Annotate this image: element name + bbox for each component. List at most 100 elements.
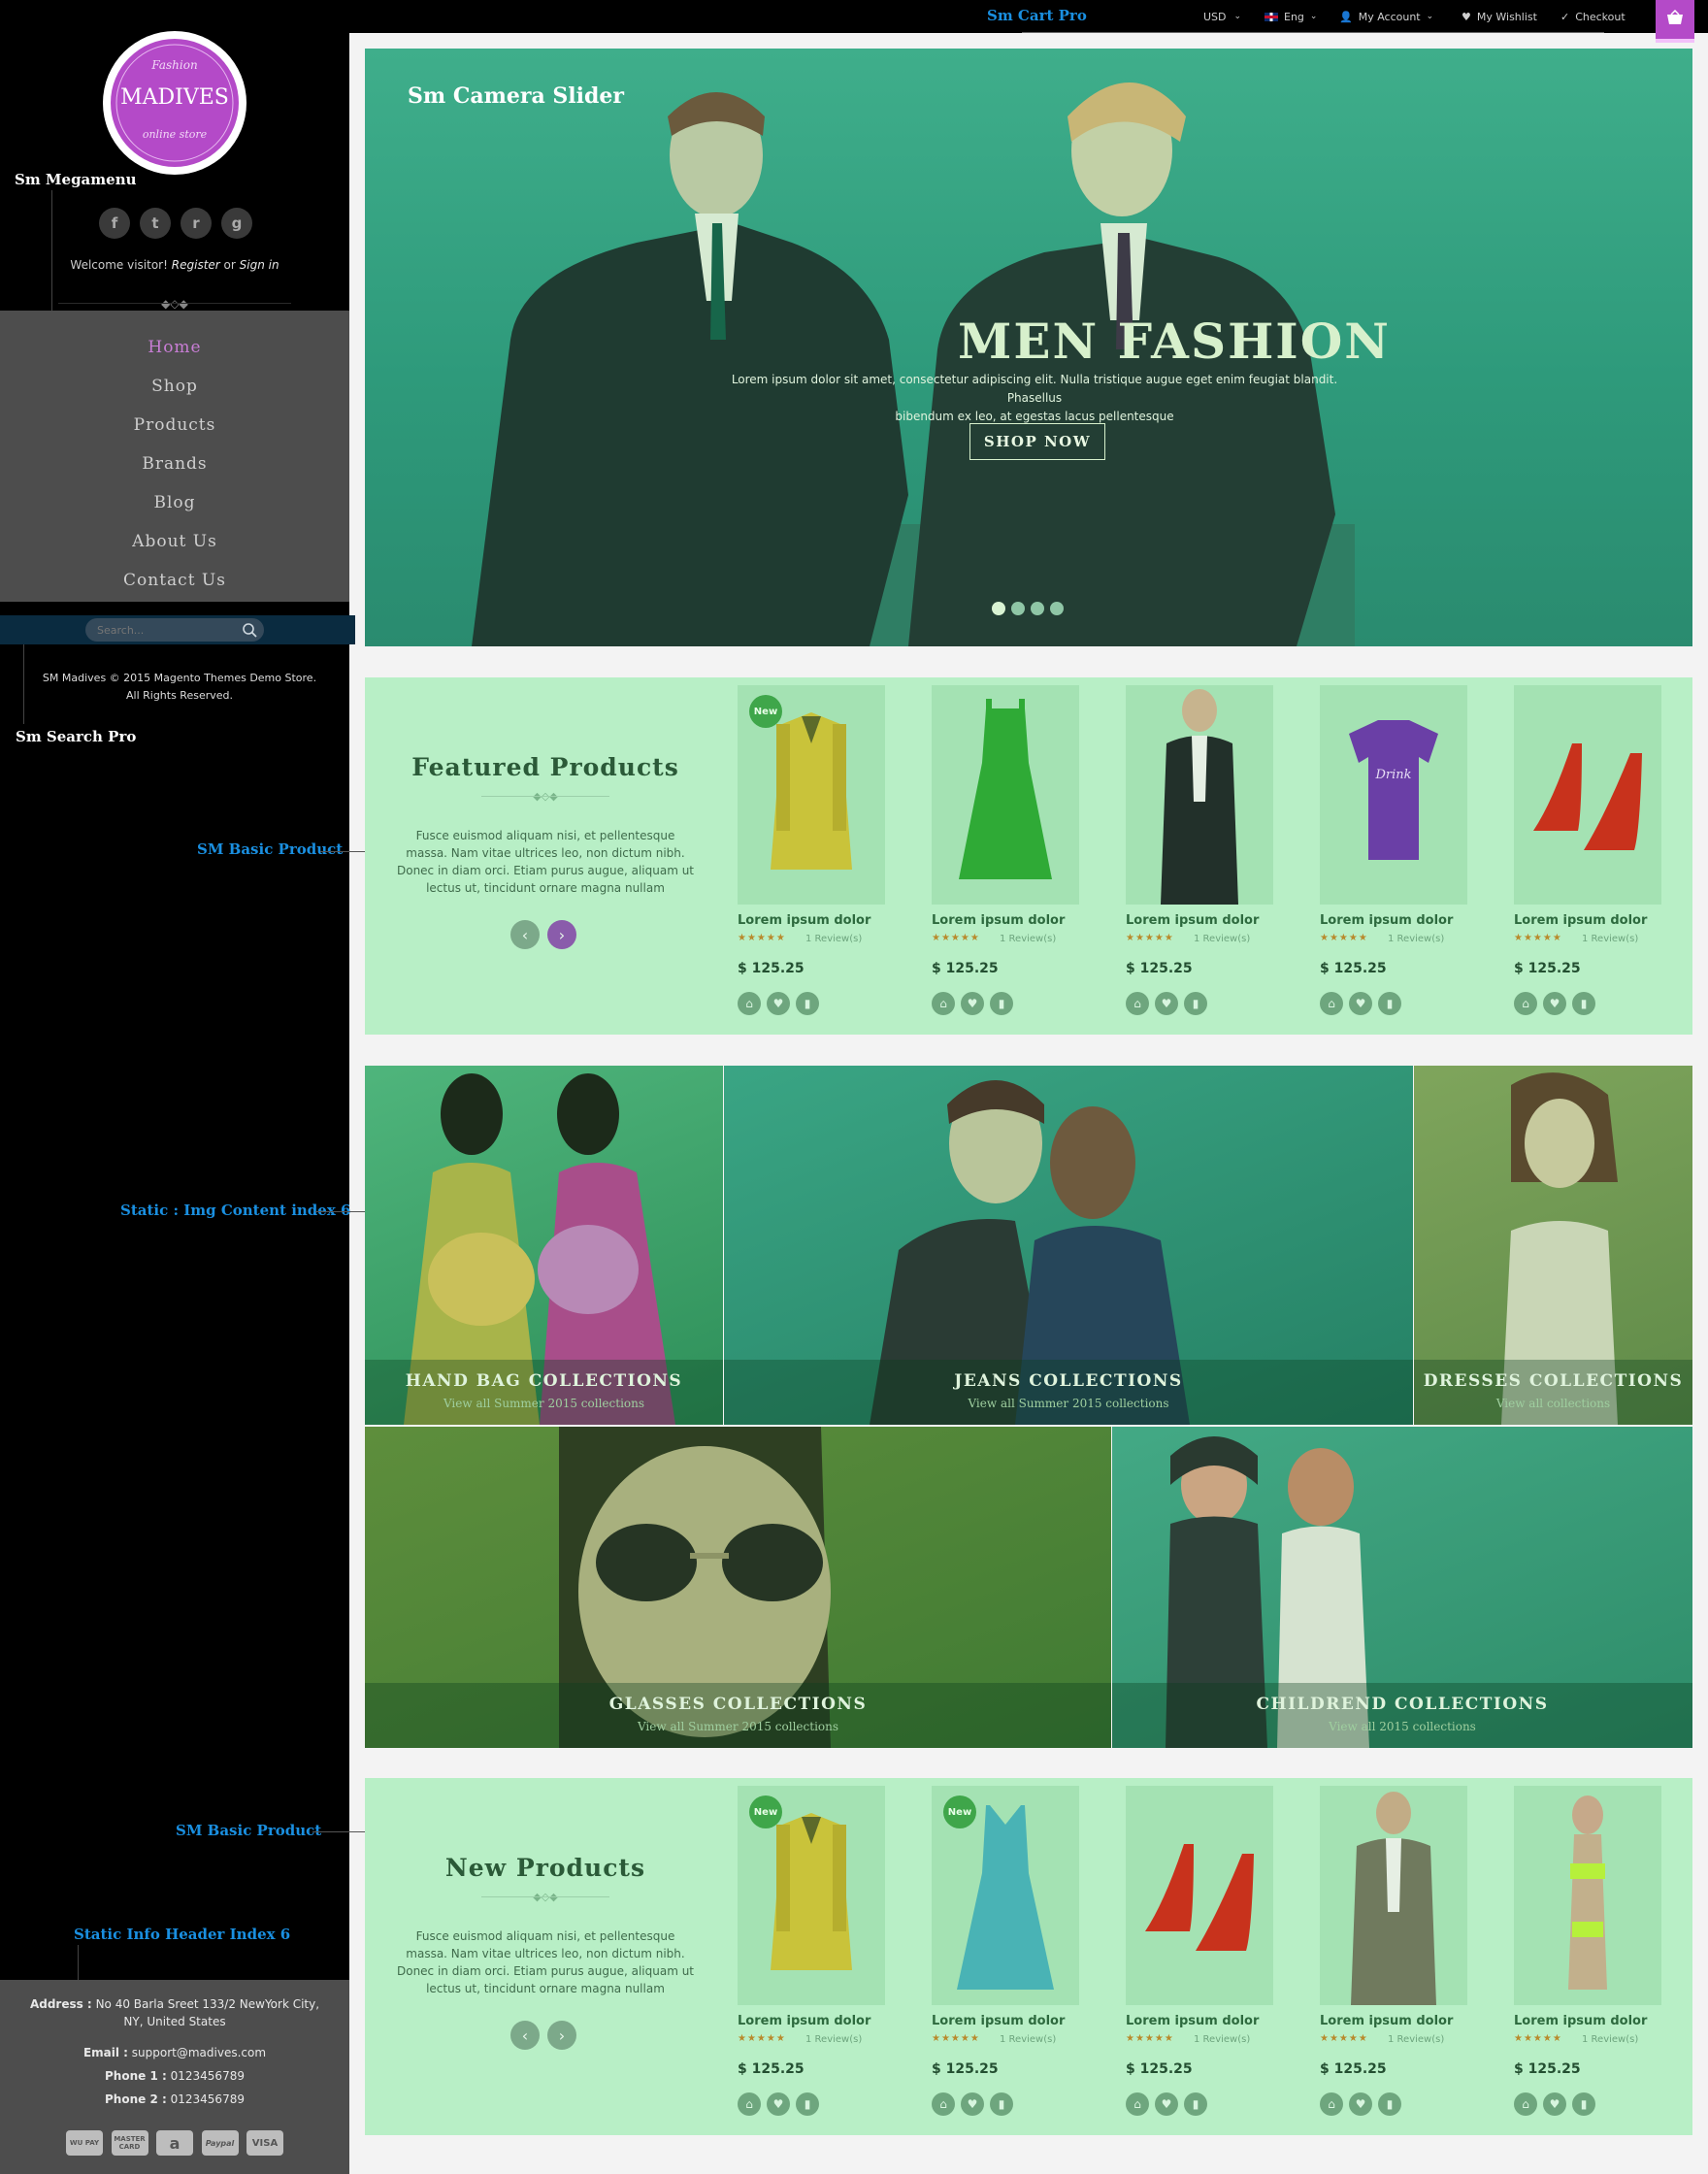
- add-to-cart-icon[interactable]: ⌂: [738, 2092, 761, 2116]
- glasses-collection[interactable]: GLASSES COLLECTIONS View all Summer 2015…: [365, 1427, 1111, 1748]
- twitter-icon[interactable]: t: [140, 208, 171, 239]
- wishlist-heart-icon[interactable]: ♥: [1543, 2092, 1566, 2116]
- collection-subtitle[interactable]: View all 2015 collections: [1112, 1720, 1692, 1733]
- handbag-collection[interactable]: HAND BAG COLLECTIONS View all Summer 201…: [365, 1066, 723, 1425]
- jeans-collection[interactable]: JEANS COLLECTIONS View all Summer 2015 c…: [724, 1066, 1413, 1425]
- product-image[interactable]: [1514, 1786, 1661, 2005]
- product-card[interactable]: New Lorem ipsum dolor ★★★★★ 1 Review(s) $ 12…: [730, 677, 924, 1035]
- compare-icon[interactable]: ▮: [1378, 2092, 1401, 2116]
- dresses-collection[interactable]: DRESSES COLLECTIONS View all collections: [1414, 1066, 1692, 1425]
- currency-selector[interactable]: USD ⌄: [1203, 0, 1241, 33]
- product-card[interactable]: Lorem ipsum dolor ★★★★★ 1 Review(s) $ 125.2…: [1506, 677, 1700, 1035]
- nav-shop[interactable]: Shop: [0, 377, 349, 396]
- review-count[interactable]: 1 Review(s): [1388, 2034, 1444, 2045]
- review-count[interactable]: 1 Review(s): [1388, 934, 1444, 944]
- product-card[interactable]: Lorem ipsum dolor ★★★★★ 1 Review(s) $ 125.2…: [1118, 1778, 1312, 2135]
- search-input[interactable]: [85, 618, 264, 642]
- compare-icon[interactable]: ▮: [796, 2092, 819, 2116]
- nav-products[interactable]: Products: [0, 415, 349, 435]
- product-image[interactable]: Drink: [1320, 685, 1467, 905]
- add-to-cart-icon[interactable]: ⌂: [1514, 992, 1537, 1015]
- google-plus-icon[interactable]: g: [221, 208, 252, 239]
- facebook-icon[interactable]: f: [99, 208, 130, 239]
- collection-subtitle[interactable]: View all Summer 2015 collections: [724, 1397, 1413, 1410]
- product-image[interactable]: [1126, 1786, 1273, 2005]
- compare-icon[interactable]: ▮: [1184, 2092, 1207, 2116]
- add-to-cart-icon[interactable]: ⌂: [932, 992, 955, 1015]
- add-to-cart-icon[interactable]: ⌂: [1320, 2092, 1343, 2116]
- language-selector[interactable]: Eng ⌄: [1265, 0, 1317, 33]
- nav-home[interactable]: Home: [0, 338, 349, 357]
- compare-icon[interactable]: ▮: [990, 992, 1013, 1015]
- collection-subtitle[interactable]: View all collections: [1414, 1397, 1692, 1410]
- product-image[interactable]: [1514, 685, 1661, 905]
- product-image[interactable]: New: [932, 1786, 1079, 2005]
- add-to-cart-icon[interactable]: ⌂: [1514, 2092, 1537, 2116]
- review-count[interactable]: 1 Review(s): [1194, 934, 1250, 944]
- compare-icon[interactable]: ▮: [1572, 992, 1595, 1015]
- nav-blog[interactable]: Blog: [0, 493, 349, 512]
- product-name[interactable]: Lorem ipsum dolor: [738, 2014, 870, 2028]
- product-card[interactable]: Lorem ipsum dolor ★★★★★ 1 Review(s) $ 125.2…: [924, 677, 1118, 1035]
- product-name[interactable]: Lorem ipsum dolor: [738, 913, 870, 928]
- slider-dot[interactable]: [1050, 602, 1064, 615]
- nav-about-us[interactable]: About Us: [0, 532, 349, 551]
- product-image[interactable]: [1126, 685, 1273, 905]
- review-count[interactable]: 1 Review(s): [1000, 934, 1056, 944]
- nav-contact-us[interactable]: Contact Us: [0, 571, 349, 590]
- review-count[interactable]: 1 Review(s): [1000, 2034, 1056, 2045]
- collection-subtitle[interactable]: View all Summer 2015 collections: [365, 1720, 1111, 1733]
- product-card[interactable]: Lorem ipsum dolor ★★★★★ 1 Review(s) $ 125.2…: [1312, 1778, 1506, 2135]
- checkout-link[interactable]: ✓ Checkout: [1560, 0, 1626, 33]
- hero-slider[interactable]: Sm Camera Slider MEN FASHION Lorem ipsum…: [365, 49, 1692, 646]
- review-count[interactable]: 1 Review(s): [1582, 2034, 1638, 2045]
- product-name[interactable]: Lorem ipsum dolor: [1320, 2014, 1453, 2028]
- product-name[interactable]: Lorem ipsum dolor: [1320, 913, 1453, 928]
- product-name[interactable]: Lorem ipsum dolor: [932, 2014, 1065, 2028]
- wishlist-heart-icon[interactable]: ♥: [767, 2092, 790, 2116]
- product-card[interactable]: Lorem ipsum dolor ★★★★★ 1 Review(s) $ 125.2…: [1118, 677, 1312, 1035]
- product-name[interactable]: Lorem ipsum dolor: [1126, 913, 1259, 928]
- review-count[interactable]: 1 Review(s): [1582, 934, 1638, 944]
- product-name[interactable]: Lorem ipsum dolor: [1126, 2014, 1259, 2028]
- wishlist-heart-icon[interactable]: ♥: [961, 2092, 984, 2116]
- prev-arrow[interactable]: ‹: [510, 920, 540, 949]
- wishlist-link[interactable]: ♥ My Wishlist: [1462, 0, 1537, 33]
- signin-link[interactable]: Sign in: [240, 258, 279, 272]
- next-arrow[interactable]: ›: [547, 920, 576, 949]
- review-count[interactable]: 1 Review(s): [805, 934, 862, 944]
- next-arrow[interactable]: ›: [547, 2021, 576, 2050]
- wishlist-heart-icon[interactable]: ♥: [961, 992, 984, 1015]
- slider-dot[interactable]: [1011, 602, 1025, 615]
- site-logo[interactable]: Fashion MADIVES online store: [101, 29, 248, 177]
- wishlist-heart-icon[interactable]: ♥: [1349, 992, 1372, 1015]
- add-to-cart-icon[interactable]: ⌂: [1320, 992, 1343, 1015]
- wishlist-heart-icon[interactable]: ♥: [1543, 992, 1566, 1015]
- compare-icon[interactable]: ▮: [1378, 992, 1401, 1015]
- account-menu[interactable]: 👤 My Account ⌄: [1339, 0, 1433, 33]
- add-to-cart-icon[interactable]: ⌂: [1126, 2092, 1149, 2116]
- review-count[interactable]: 1 Review(s): [1194, 2034, 1250, 2045]
- product-card[interactable]: Drink Lorem ipsum dolor ★★★★★ 1 Review(s) $ …: [1312, 677, 1506, 1035]
- search-icon[interactable]: [241, 621, 258, 639]
- rss-icon[interactable]: r: [181, 208, 212, 239]
- add-to-cart-icon[interactable]: ⌂: [932, 2092, 955, 2116]
- product-image[interactable]: New: [738, 1786, 885, 2005]
- product-image[interactable]: [932, 685, 1079, 905]
- product-card[interactable]: Lorem ipsum dolor ★★★★★ 1 Review(s) $ 125.2…: [1506, 1778, 1700, 2135]
- product-name[interactable]: Lorem ipsum dolor: [1514, 913, 1647, 928]
- register-link[interactable]: Register: [172, 258, 220, 272]
- add-to-cart-icon[interactable]: ⌂: [1126, 992, 1149, 1015]
- slider-dot[interactable]: [1031, 602, 1044, 615]
- email-value[interactable]: support@madives.com: [132, 2046, 266, 2059]
- wishlist-heart-icon[interactable]: ♥: [1155, 2092, 1178, 2116]
- review-count[interactable]: 1 Review(s): [805, 2034, 862, 2045]
- product-card[interactable]: New Lorem ipsum dolor ★★★★★ 1 Review(s) $ 12…: [924, 1778, 1118, 2135]
- compare-icon[interactable]: ▮: [796, 992, 819, 1015]
- wishlist-heart-icon[interactable]: ♥: [767, 992, 790, 1015]
- children-collection[interactable]: CHILDREND COLLECTIONS View all 2015 coll…: [1112, 1427, 1692, 1748]
- compare-icon[interactable]: ▮: [1572, 2092, 1595, 2116]
- product-name[interactable]: Lorem ipsum dolor: [932, 913, 1065, 928]
- wishlist-heart-icon[interactable]: ♥: [1155, 992, 1178, 1015]
- product-name[interactable]: Lorem ipsum dolor: [1514, 2014, 1647, 2028]
